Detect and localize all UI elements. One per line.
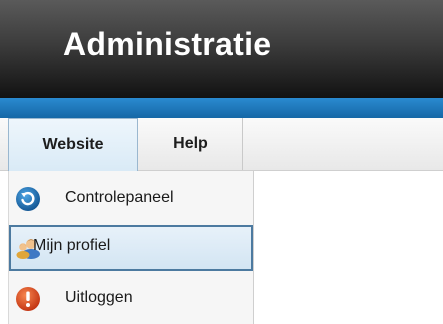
website-dropdown-menu: Controlepaneel Mijn profiel Uitloggen (8, 171, 254, 324)
menu-tab-website[interactable]: Website (8, 118, 138, 171)
menu-item-label: Uitloggen (65, 289, 133, 306)
refresh-icon (16, 187, 40, 211)
menu-item-uitloggen[interactable]: Uitloggen (9, 277, 253, 323)
menu-item-label: Controlepaneel (65, 189, 174, 206)
menu-tab-help[interactable]: Help (139, 118, 243, 170)
menu-item-mijn-profiel[interactable]: Mijn profiel (9, 225, 253, 271)
app-header: Administratie (0, 0, 443, 98)
app-title: Administratie (63, 26, 272, 62)
logout-icon (16, 287, 40, 311)
admin-window: Administratie Website Help Controlepanee… (0, 0, 443, 324)
header-accent-bar (0, 98, 443, 118)
menu-item-label: Mijn profiel (33, 237, 111, 254)
menu-item-controlepaneel[interactable]: Controlepaneel (9, 177, 253, 223)
menu-bar: Website Help (0, 118, 443, 171)
